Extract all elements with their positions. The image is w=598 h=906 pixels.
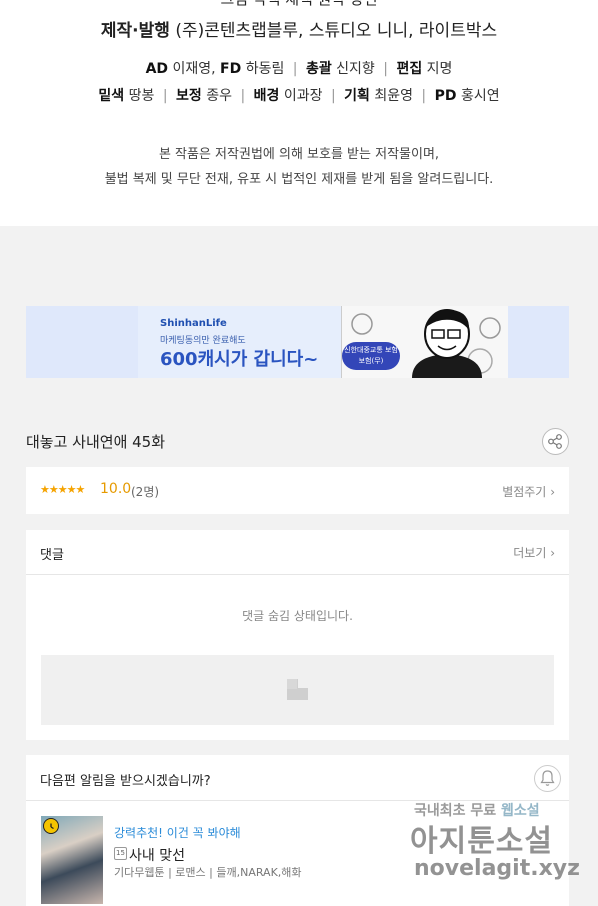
staff-role: 기획 bbox=[344, 88, 370, 104]
episode-title: 대놓고 사내연애 45화 bbox=[26, 433, 166, 451]
staff-name: 땅봉 bbox=[128, 88, 155, 104]
age-rating-badge: 15 bbox=[114, 847, 127, 860]
comments-header: 댓글 더보기 › bbox=[26, 530, 569, 575]
staff-role: 총괄 bbox=[305, 61, 332, 77]
staff-name: 홍시연 bbox=[460, 88, 500, 104]
comments-card: 댓글 더보기 › 댓글 숨김 상태입니다. bbox=[26, 530, 569, 740]
staff-name: 이재영, bbox=[172, 61, 216, 77]
separator: | bbox=[330, 88, 336, 104]
credits-top-line: 그림·각색·채색·원작·장편 bbox=[0, 0, 598, 9]
rating-votes: (2명) bbox=[131, 485, 160, 499]
staff-name: 이과장 bbox=[283, 88, 323, 104]
staff-role: AD bbox=[145, 61, 169, 77]
wait-free-clock-icon bbox=[43, 818, 59, 834]
publisher-label: 제작·발행 bbox=[100, 21, 170, 41]
share-icon bbox=[548, 434, 562, 449]
series-thumbnail[interactable] bbox=[41, 816, 103, 904]
staff-role: PD bbox=[434, 88, 457, 104]
staff-name: 종우 bbox=[206, 88, 232, 104]
copyright-notice-line-2: 불법 복제 및 무단 전재, 유포 시 법적인 제재를 받게 됨을 알려드립니다… bbox=[104, 172, 494, 187]
rating-card: ★★★★★ 10.0 (2명) 별점주기 › bbox=[26, 467, 569, 514]
comment-image-placeholder bbox=[41, 655, 554, 725]
notification-button[interactable] bbox=[534, 765, 561, 792]
chevron-right-icon: › bbox=[550, 485, 555, 499]
site-watermark: 국내최초 무료 웹소설 아지툰소설 novelagit.xyz bbox=[410, 798, 590, 886]
rating-score: 10.0 bbox=[100, 481, 132, 497]
bell-icon bbox=[540, 770, 555, 786]
staff-role: FD bbox=[220, 61, 242, 77]
ad-brand: ShinhanLife bbox=[160, 318, 227, 329]
ad-banner[interactable]: ShinhanLife 마케팅동의만 완료해도 600캐시가 갑니다~ 신한대중… bbox=[26, 306, 569, 378]
watermark-line-3: novelagit.xyz bbox=[414, 856, 580, 881]
comments-title: 댓글 bbox=[40, 548, 64, 563]
staff-row-1: AD 이재영, FD 하동림 | 총괄 신지향 | 편집 지명 bbox=[0, 58, 598, 78]
staff-row-2: 밑색 땅봉 | 보정 종우 | 배경 이과장 | 기획 최윤영 | PD 홍시연 bbox=[0, 85, 598, 105]
staff-role: 보정 bbox=[176, 88, 202, 104]
image-placeholder-icon bbox=[287, 679, 308, 700]
rate-button-label: 별점주기 bbox=[502, 485, 547, 499]
separator: | bbox=[383, 61, 388, 77]
ad-headline: 600캐시가 갑니다~ bbox=[160, 349, 319, 370]
staff-role: 편집 bbox=[396, 61, 423, 77]
share-button[interactable] bbox=[542, 428, 569, 455]
rating-stars: ★★★★★ bbox=[40, 483, 85, 496]
separator: | bbox=[240, 88, 246, 104]
recommended-series-title[interactable]: 사내 맞선 bbox=[129, 845, 185, 865]
watermark-line-2: 아지툰소설 bbox=[410, 824, 553, 859]
publisher-value: (주)콘텐츠랩블루, 스튜디오 니니, 라이트박스 bbox=[175, 21, 498, 41]
staff-name: 신지향 bbox=[336, 61, 375, 77]
ad-badge: 신한대중교통 보험보험(무) bbox=[342, 342, 400, 370]
next-episode-header: 다음편 알림을 받으시겠습니까? bbox=[26, 755, 569, 801]
comments-hidden-message: 댓글 숨김 상태입니다. bbox=[242, 609, 353, 623]
separator: | bbox=[162, 88, 168, 104]
separator: | bbox=[421, 88, 427, 104]
staff-role: 배경 bbox=[253, 88, 280, 104]
copyright-notice-line-1: 본 작품은 저작권법에 의해 보호를 받는 저작물이며, bbox=[158, 147, 440, 162]
staff-name: 하동림 bbox=[245, 61, 285, 77]
publisher-line: 제작·발행 (주)콘텐츠랩블루, 스튜디오 니니, 라이트박스 bbox=[0, 16, 598, 41]
comments-more-button[interactable]: 더보기 › bbox=[513, 544, 555, 561]
next-episode-prompt: 다음편 알림을 받으시겠습니까? bbox=[40, 774, 211, 789]
recommend-label[interactable]: 강력추천! 이건 꼭 봐야해 bbox=[114, 824, 241, 841]
separator: | bbox=[292, 61, 298, 77]
clock-icon bbox=[50, 823, 54, 830]
more-button-label: 더보기 bbox=[513, 546, 547, 560]
staff-name: 최윤영 bbox=[374, 88, 413, 104]
recommended-series-meta: 기다무웹툰 | 로맨스 | 들깨,NARAK,해화 bbox=[114, 866, 302, 879]
rate-button[interactable]: 별점주기 › bbox=[502, 483, 555, 500]
staff-role: 밑색 bbox=[98, 88, 125, 104]
staff-name: 지명 bbox=[426, 61, 453, 77]
credits-section: 그림·각색·채색·원작·장편 제작·발행 (주)콘텐츠랩블루, 스튜디오 니니,… bbox=[0, 0, 598, 226]
chevron-right-icon: › bbox=[550, 546, 555, 560]
